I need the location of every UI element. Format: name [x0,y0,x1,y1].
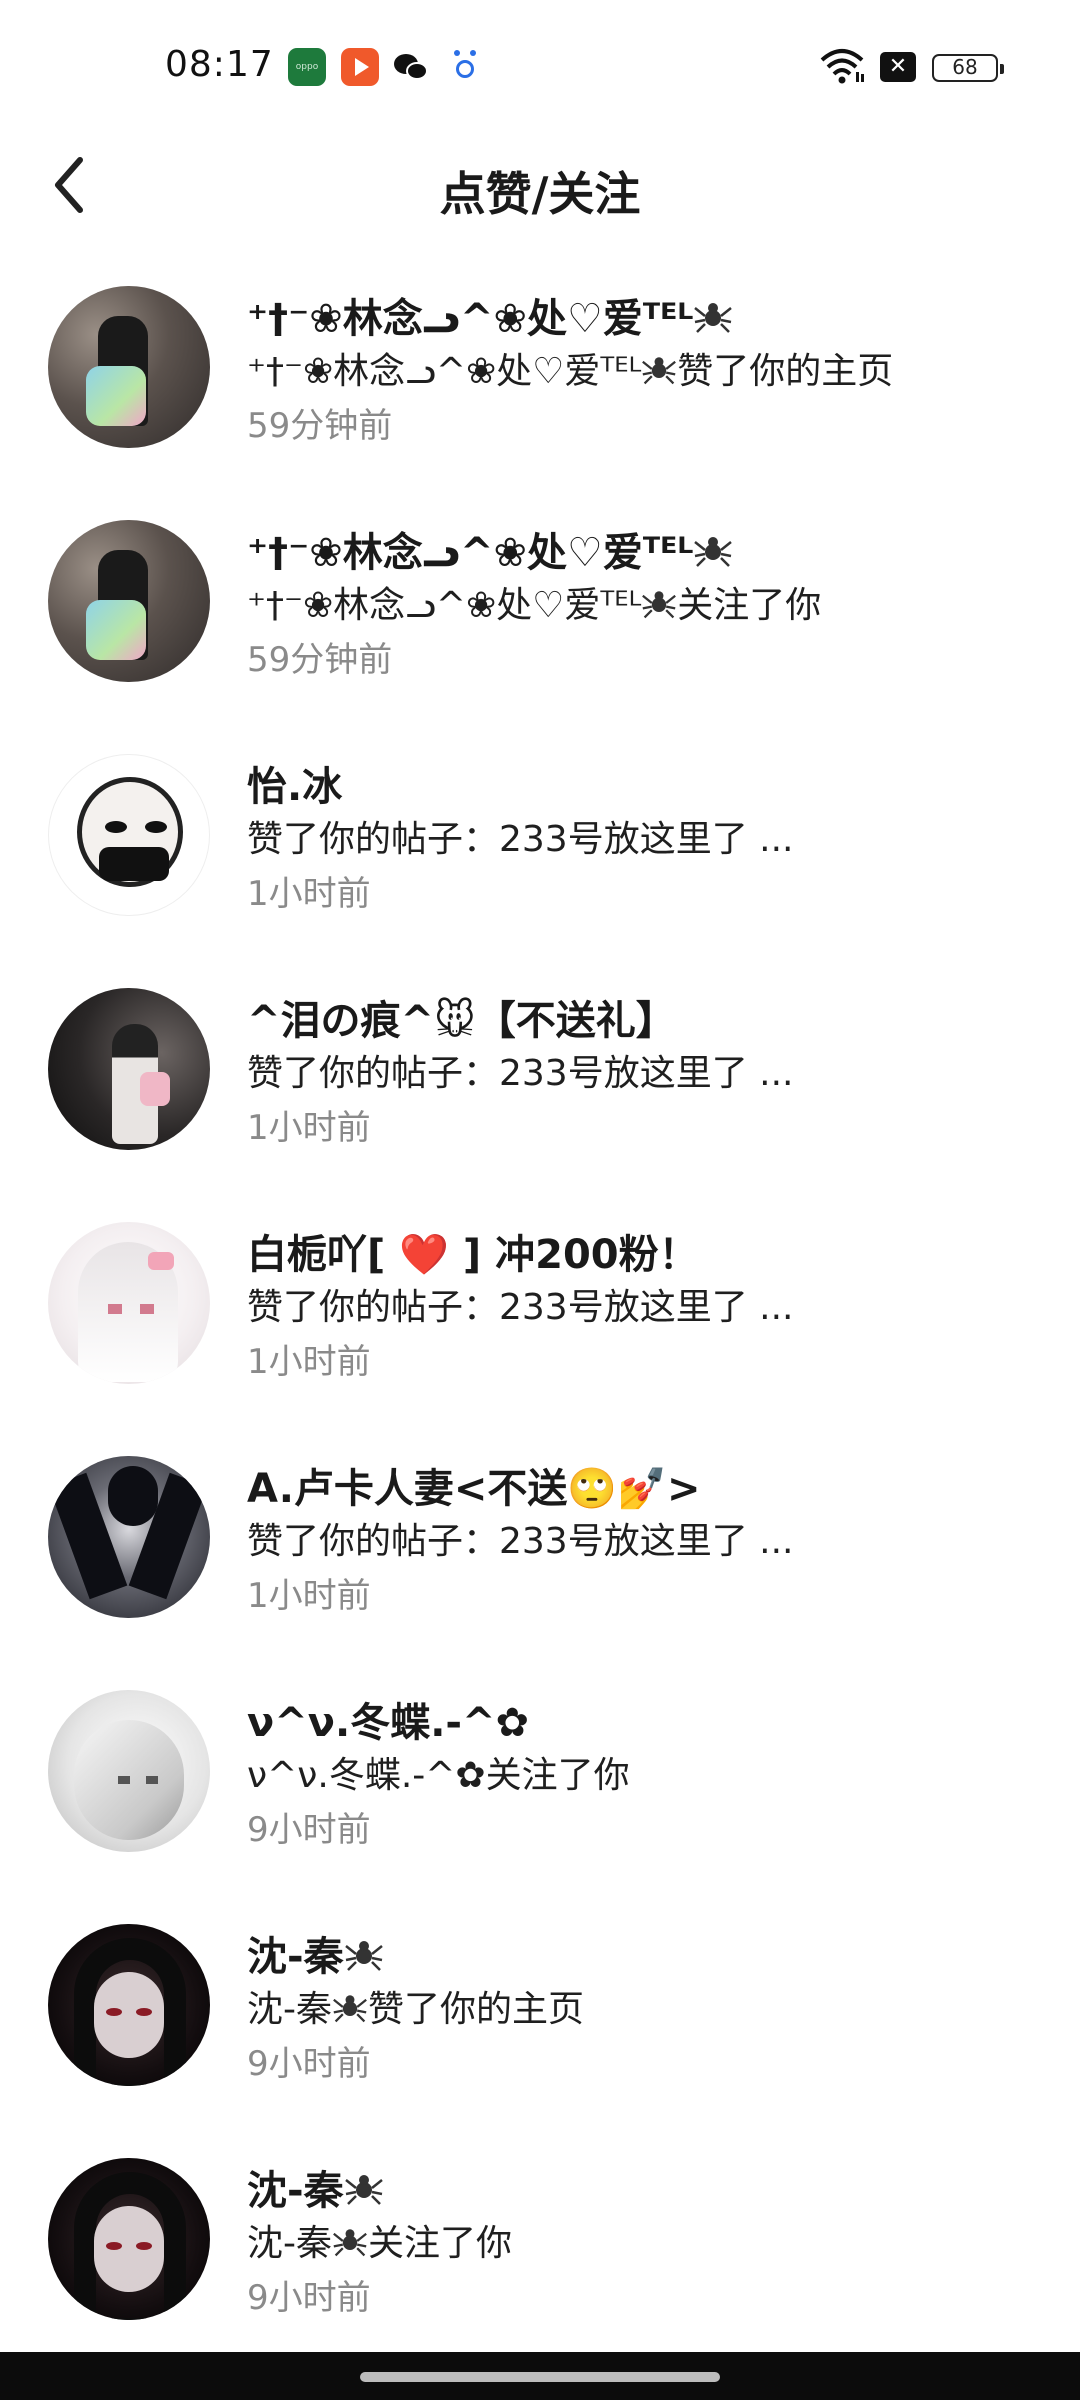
oppo-icon: oppo [288,48,326,86]
timestamp: 1小时前 [247,874,371,914]
timestamp: 9小时前 [247,2278,371,2318]
spider-icon [642,591,677,619]
oppo-icon-label: oppo [295,62,319,72]
battery-icon: 68 [932,54,1004,82]
list-item[interactable]: ⁺†⁻❀林念ᓗ^❀处♡爱ᵀᴱᴸ ⁺†⁻❀林念ᓗ^❀处♡爱ᵀᴱᴸ 赞了你的主页 59… [0,270,1080,504]
spider-icon [333,2229,367,2257]
page-title: 点赞/关注 [439,167,641,221]
avatar[interactable] [48,754,210,916]
status-time: 08:17 [165,44,274,85]
user-name[interactable]: 白栀吖[ ❤️ ] 冲200粉！ [247,1222,1020,1280]
avatar[interactable] [48,1456,210,1618]
user-name[interactable]: ^泪の痕^🐭【不送礼】 [247,988,1020,1046]
avatar[interactable] [48,520,210,682]
baidu-icon [448,48,482,86]
action-text: ν^ν.冬蝶.-^✿关注了你 [247,1755,630,1796]
spider-icon [642,357,677,385]
wifi-icon [820,49,864,84]
avatar[interactable] [48,988,210,1150]
status-bar: 08:17 oppo ✕ 68 [0,0,1080,130]
list-item[interactable]: 沈-秦 沈-秦 关注了你 9小时前 [0,2142,1080,2376]
action-text: 赞了你的帖子：233号放这里了 ... [247,819,794,860]
battery-level: 68 [952,55,978,79]
timestamp: 9小时前 [247,2044,371,2084]
avatar[interactable] [48,286,210,448]
action-text: 赞了你的帖子：233号放这里了 ... [247,1521,794,1562]
avatar[interactable] [48,1222,210,1384]
action-text: 沈-秦 关注了你 [247,2223,513,2264]
home-indicator[interactable] [360,2372,720,2382]
user-name[interactable]: 沈-秦 [247,2158,1020,2216]
header: 点赞/关注 [0,130,1080,240]
timestamp: 1小时前 [247,1576,371,1616]
screen: 08:17 oppo ✕ 68 点赞/关注 ⁺†⁻❀林念ᓗ^❀处♡爱ᵀᴱᴸ ⁺†… [0,0,1080,2400]
list-item[interactable]: A.卢卡人妻<不送🙄💅> 赞了你的帖子：233号放这里了 ... 1小时前 [0,1440,1080,1674]
spider-icon [694,537,733,567]
user-name[interactable]: A.卢卡人妻<不送🙄💅> [247,1456,1020,1514]
user-name[interactable]: 沈-秦 [247,1924,1020,1982]
spider-icon [344,1941,383,1971]
timestamp: 1小时前 [247,1108,371,1148]
timestamp: 59分钟前 [247,640,393,680]
notification-list: ⁺†⁻❀林念ᓗ^❀处♡爱ᵀᴱᴸ ⁺†⁻❀林念ᓗ^❀处♡爱ᵀᴱᴸ 赞了你的主页 59… [0,270,1080,2376]
spider-icon [333,1995,367,2023]
action-text: 赞了你的帖子：233号放这里了 ... [247,1053,794,1094]
avatar[interactable] [48,1924,210,2086]
action-text: 赞了你的帖子：233号放这里了 ... [247,1287,794,1328]
timestamp: 1小时前 [247,1342,371,1382]
avatar[interactable] [48,2158,210,2320]
wechat-icon [392,48,432,86]
spider-icon [344,2175,383,2205]
list-item[interactable]: 沈-秦 沈-秦 赞了你的主页 9小时前 [0,1908,1080,2142]
timestamp: 9小时前 [247,1810,371,1850]
list-item[interactable]: ⁺†⁻❀林念ᓗ^❀处♡爱ᵀᴱᴸ ⁺†⁻❀林念ᓗ^❀处♡爱ᵀᴱᴸ 关注了你 59分钟… [0,504,1080,738]
spider-icon [694,303,733,333]
system-nav-bar [0,2352,1080,2400]
user-name[interactable]: 怡.冰 [247,754,1020,812]
action-text: 沈-秦 赞了你的主页 [247,1989,585,2030]
list-item[interactable]: ^泪の痕^🐭【不送礼】 赞了你的帖子：233号放这里了 ... 1小时前 [0,972,1080,1206]
action-text: ⁺†⁻❀林念ᓗ^❀处♡爱ᵀᴱᴸ 关注了你 [247,585,822,626]
user-name[interactable]: ν^ν.冬蝶.-^✿ [247,1690,1020,1748]
list-item[interactable]: 白栀吖[ ❤️ ] 冲200粉！ 赞了你的帖子：233号放这里了 ... 1小时… [0,1206,1080,1440]
close-notification-icon: ✕ [880,52,916,82]
video-app-icon [341,48,379,86]
user-name[interactable]: ⁺†⁻❀林念ᓗ^❀处♡爱ᵀᴱᴸ [247,520,1020,578]
avatar[interactable] [48,1690,210,1852]
action-text: ⁺†⁻❀林念ᓗ^❀处♡爱ᵀᴱᴸ 赞了你的主页 [247,351,894,392]
list-item[interactable]: ν^ν.冬蝶.-^✿ ν^ν.冬蝶.-^✿关注了你 9小时前 [0,1674,1080,1908]
timestamp: 59分钟前 [247,406,393,446]
list-item[interactable]: 怡.冰 赞了你的帖子：233号放这里了 ... 1小时前 [0,738,1080,972]
user-name[interactable]: ⁺†⁻❀林念ᓗ^❀处♡爱ᵀᴱᴸ [247,286,1020,344]
